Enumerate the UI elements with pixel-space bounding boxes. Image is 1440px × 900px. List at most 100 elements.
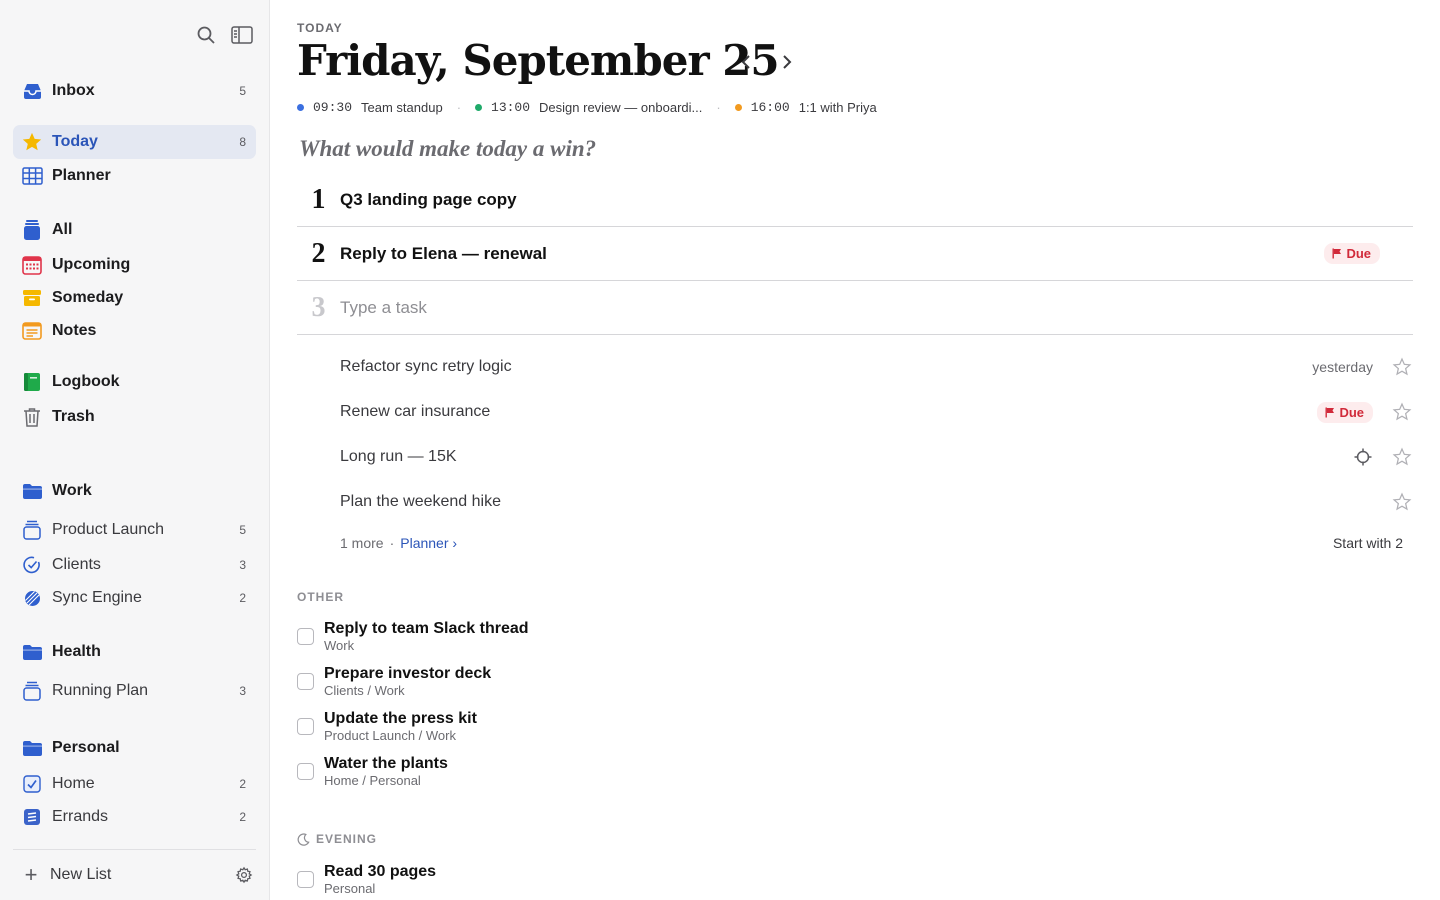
sidebar-item-count: 2 bbox=[239, 777, 246, 791]
page-title: Friday, September 25 bbox=[297, 36, 780, 85]
calendar-event[interactable]: 16:00 1:1 with Priya bbox=[734, 99, 877, 115]
sidebar-item-label: Someday bbox=[52, 289, 124, 306]
task-title: Water the plants bbox=[324, 755, 448, 772]
sidebar-item-label: Notes bbox=[52, 322, 97, 339]
task-project: Home / Personal bbox=[324, 773, 421, 788]
sidebar-list-product-launch[interactable]: Product Launch 5 bbox=[13, 513, 256, 547]
sidebar-item-inbox[interactable]: Inbox 5 bbox=[13, 74, 256, 108]
sidebar-item-label: Health bbox=[52, 643, 101, 660]
flag-icon bbox=[1332, 248, 1342, 259]
task-row[interactable]: Long run — 15K bbox=[340, 442, 1413, 472]
event-separator: · bbox=[716, 99, 721, 115]
priority-title: Reply to Elena — renewal bbox=[340, 243, 547, 263]
list-item[interactable]: Update the press kit Product Launch / Wo… bbox=[297, 709, 897, 749]
task-checkbox[interactable] bbox=[297, 718, 314, 735]
event-time: 13:00 bbox=[491, 99, 531, 115]
sidebar-item-planner[interactable]: Planner bbox=[13, 159, 256, 193]
sidebar-divider bbox=[13, 849, 256, 850]
sidebar-item-label: Home bbox=[52, 775, 95, 792]
task-title: Long run — 15K bbox=[340, 448, 457, 465]
list-item[interactable]: Prepare investor deck Clients / Work bbox=[297, 664, 897, 704]
sidebar-item-count: 3 bbox=[239, 558, 246, 572]
section-heading-label: EVENING bbox=[316, 832, 378, 846]
due-badge[interactable]: Due bbox=[1317, 401, 1373, 423]
task-row[interactable]: Plan the weekend hike bbox=[340, 487, 1413, 517]
chevron-left-icon[interactable] bbox=[735, 51, 757, 73]
sidebar-item-label: Planner bbox=[52, 167, 111, 184]
sidebar-item-label: Errands bbox=[52, 808, 109, 825]
list-item[interactable]: Water the plants Home / Personal bbox=[297, 754, 897, 794]
task-checkbox[interactable] bbox=[297, 763, 314, 780]
sidebar-item-notes[interactable]: Notes bbox=[13, 314, 256, 348]
stack-outline-icon bbox=[21, 519, 43, 541]
planner-link[interactable]: Planner › bbox=[400, 535, 457, 551]
sidebar-item-label: Today bbox=[52, 133, 98, 150]
crosshair-icon[interactable] bbox=[1353, 447, 1373, 467]
task-checkbox[interactable] bbox=[297, 628, 314, 645]
task-title: Refactor sync retry logic bbox=[340, 358, 512, 375]
task-title: Prepare investor deck bbox=[324, 665, 492, 682]
sidebar-list-errands[interactable]: Errands 2 bbox=[13, 800, 256, 834]
sidebar-item-count: 5 bbox=[239, 84, 246, 98]
list-item[interactable]: Reply to team Slack thread Work bbox=[297, 619, 897, 659]
sidebar-item-trash[interactable]: Trash bbox=[13, 400, 256, 434]
sidebar-list-running-plan[interactable]: Running Plan 3 bbox=[13, 674, 256, 708]
star-outline-icon[interactable] bbox=[1391, 491, 1413, 513]
calendar-event[interactable]: 13:00 Design review — onboardi... bbox=[475, 100, 702, 115]
main-content: TODAY Friday, September 25 09:30 Team st… bbox=[270, 0, 1440, 900]
sidebar-list-clients[interactable]: Clients 3 bbox=[13, 548, 256, 582]
task-title: Update the press kit bbox=[324, 710, 477, 727]
task-row[interactable]: Refactor sync retry logic yesterday bbox=[340, 352, 1413, 382]
sidebar-item-count: 2 bbox=[239, 591, 246, 605]
task-title: Renew car insurance bbox=[340, 403, 491, 420]
search-icon[interactable] bbox=[195, 24, 217, 46]
inbox-icon bbox=[21, 80, 43, 102]
priority-row-empty[interactable]: 3 Type a task bbox=[297, 281, 1413, 335]
sidebar-area-health[interactable]: Health bbox=[13, 635, 256, 669]
sidebar-item-today[interactable]: Today 8 bbox=[13, 125, 256, 159]
event-title: 1:1 with Priya bbox=[798, 99, 877, 115]
sidebar-item-label: Sync Engine bbox=[52, 589, 142, 606]
star-outline-icon[interactable] bbox=[1391, 356, 1413, 378]
start-with-button[interactable]: Start with 2 bbox=[1333, 535, 1403, 551]
task-title: Reply to team Slack thread bbox=[324, 620, 529, 637]
event-color-dot bbox=[297, 103, 304, 111]
priority-row[interactable]: 2 Reply to Elena — renewal Due bbox=[297, 227, 1413, 281]
chevron-right-icon[interactable] bbox=[776, 51, 798, 73]
logbook-icon bbox=[21, 371, 43, 393]
calendar-icon bbox=[21, 254, 43, 276]
event-time: 16:00 bbox=[750, 99, 790, 115]
sidebar-area-personal[interactable]: Personal bbox=[13, 731, 256, 765]
new-list-button[interactable]: + New List bbox=[20, 862, 254, 888]
new-priority-input[interactable]: Type a task bbox=[340, 298, 1413, 318]
more-count[interactable]: 1 more bbox=[340, 535, 384, 551]
sidebar-toggle-icon[interactable] bbox=[231, 24, 253, 46]
sidebar-item-someday[interactable]: Someday bbox=[13, 281, 256, 315]
task-row[interactable]: Renew car insurance Due bbox=[340, 397, 1413, 427]
sidebar-list-sync-engine[interactable]: Sync Engine 2 bbox=[13, 581, 256, 615]
section-heading-evening: EVENING bbox=[297, 832, 377, 846]
sidebar-item-count: 5 bbox=[239, 523, 246, 537]
view-eyebrow: TODAY bbox=[297, 21, 343, 35]
sidebar-item-all[interactable]: All bbox=[13, 213, 256, 247]
calendar-event[interactable]: 09:30 Team standup bbox=[297, 100, 443, 115]
priority-row[interactable]: 1 Q3 landing page copy bbox=[297, 173, 1413, 227]
checkbox-list-icon bbox=[21, 773, 43, 795]
sidebar-area-work[interactable]: Work bbox=[13, 474, 256, 508]
star-outline-icon[interactable] bbox=[1391, 401, 1413, 423]
gear-icon[interactable] bbox=[234, 865, 254, 885]
sidebar-item-label: Logbook bbox=[52, 373, 120, 390]
sidebar-list-home[interactable]: Home 2 bbox=[13, 767, 256, 801]
event-title: Design review — onboardi... bbox=[539, 99, 703, 115]
sidebar-item-upcoming[interactable]: Upcoming bbox=[13, 248, 256, 282]
task-checkbox[interactable] bbox=[297, 673, 314, 690]
star-outline-icon[interactable] bbox=[1391, 446, 1413, 468]
due-label: Due bbox=[1346, 246, 1371, 261]
sidebar-item-logbook[interactable]: Logbook bbox=[13, 365, 256, 399]
priority-number: 2 bbox=[311, 237, 326, 269]
list-item[interactable]: Read 30 pages Personal bbox=[297, 862, 897, 900]
sidebar-item-label: Trash bbox=[52, 408, 95, 425]
task-checkbox[interactable] bbox=[297, 871, 314, 888]
priority-number: 1 bbox=[311, 183, 326, 215]
due-badge[interactable]: Due bbox=[1324, 243, 1380, 264]
